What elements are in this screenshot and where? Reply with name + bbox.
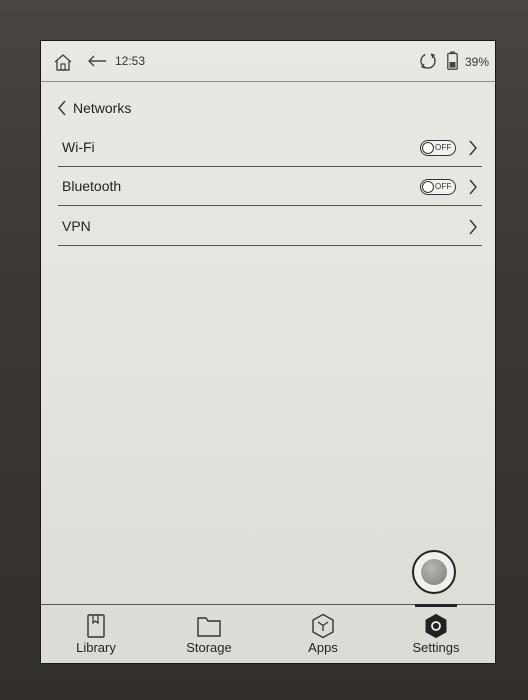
battery-icon bbox=[447, 51, 458, 70]
toggle-knob bbox=[422, 181, 434, 193]
sync-icon bbox=[420, 53, 436, 69]
book-icon bbox=[87, 614, 105, 638]
chevron-right-icon[interactable] bbox=[468, 219, 478, 235]
nav-storage[interactable]: Storage bbox=[164, 605, 254, 663]
active-tab-indicator bbox=[415, 604, 457, 607]
nav-apps[interactable]: Apps bbox=[278, 605, 368, 663]
toggle-state: OFF bbox=[435, 182, 452, 191]
screen: 12:53 39% Networks Wi-Fi OFF Bluetooth O… bbox=[40, 40, 496, 664]
nav-label-settings: Settings bbox=[412, 640, 460, 655]
nav-label-storage: Storage bbox=[186, 640, 232, 655]
row-label-wifi: Wi-Fi bbox=[62, 139, 95, 155]
bluetooth-toggle[interactable]: OFF bbox=[420, 179, 456, 195]
chevron-left-icon[interactable] bbox=[57, 100, 67, 116]
nav-label-apps: Apps bbox=[308, 640, 338, 655]
page-title: Networks bbox=[73, 100, 132, 116]
row-label-bluetooth: Bluetooth bbox=[62, 178, 122, 194]
arrow-left-icon[interactable] bbox=[87, 54, 107, 68]
settings-row-vpn[interactable]: VPN bbox=[58, 207, 482, 246]
settings-row-bluetooth[interactable]: Bluetooth OFF bbox=[58, 167, 482, 206]
chevron-right-icon[interactable] bbox=[468, 179, 478, 195]
folder-icon bbox=[197, 617, 221, 637]
settings-row-wifi[interactable]: Wi-Fi OFF bbox=[58, 128, 482, 167]
wifi-toggle[interactable]: OFF bbox=[420, 140, 456, 156]
page-header[interactable]: Networks bbox=[57, 97, 131, 119]
toggle-state: OFF bbox=[435, 143, 452, 152]
nav-settings[interactable]: Settings bbox=[391, 604, 481, 663]
nav-label-library: Library bbox=[76, 640, 116, 655]
settings-icon bbox=[425, 613, 447, 639]
chevron-right-icon[interactable] bbox=[468, 140, 478, 156]
home-icon[interactable] bbox=[53, 52, 73, 72]
row-label-vpn: VPN bbox=[62, 218, 91, 234]
ereader-device: 12:53 39% Networks Wi-Fi OFF Bluetooth O… bbox=[0, 0, 528, 700]
bottom-nav: Library Storage Apps Settings bbox=[41, 604, 495, 663]
circle-button-icon bbox=[421, 559, 447, 585]
battery-percent: 39% bbox=[465, 55, 490, 69]
status-bar: 12:53 39% bbox=[41, 41, 495, 82]
apps-cube-icon bbox=[312, 613, 334, 639]
nav-library[interactable]: Library bbox=[51, 605, 141, 663]
floating-circle-button[interactable] bbox=[412, 550, 456, 594]
toggle-knob bbox=[422, 142, 434, 154]
status-time: 12:53 bbox=[115, 54, 146, 68]
